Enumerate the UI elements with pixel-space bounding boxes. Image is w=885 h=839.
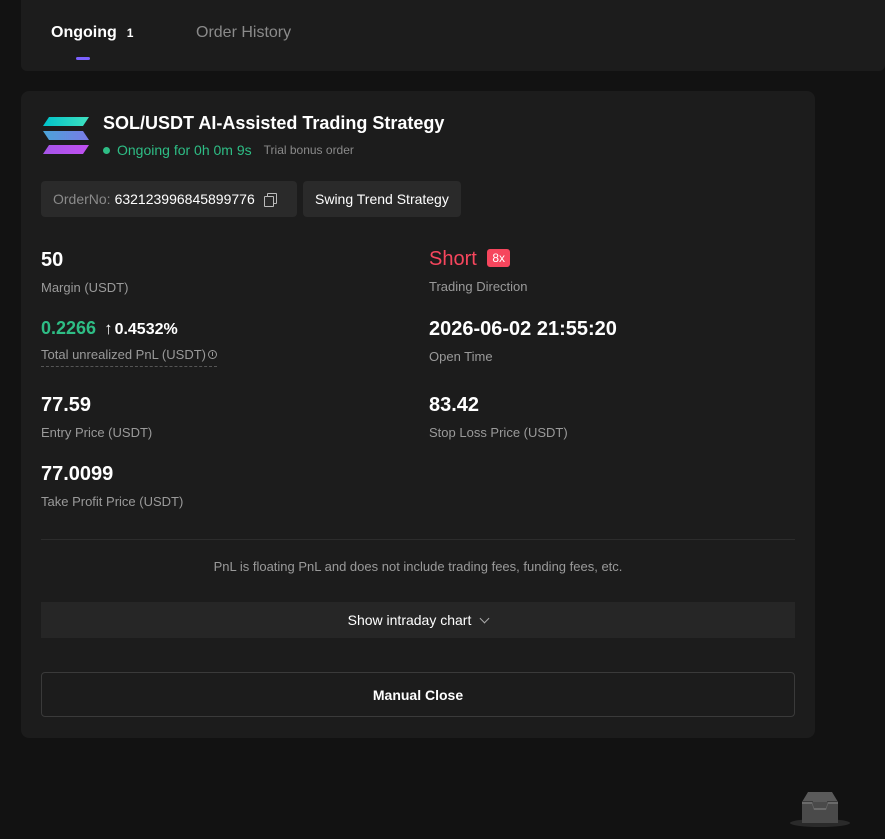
take-profit-metric: 77.0099 Take Profit Price (USDT) [41, 463, 183, 509]
pnl-label: Total unrealized PnL (USDT) [41, 347, 206, 362]
stop-loss-label: Stop Loss Price (USDT) [429, 425, 568, 440]
pnl-percent: 0.4532% [114, 321, 178, 338]
order-no-label: OrderNo: [53, 191, 111, 207]
direction-value: Short [429, 248, 477, 270]
take-profit-value: 77.0099 [41, 463, 114, 485]
entry-price-label: Entry Price (USDT) [41, 425, 153, 440]
manual-close-label: Manual Close [372, 686, 464, 703]
inbox-icon[interactable] [788, 790, 852, 828]
divider [41, 539, 795, 540]
tab-order-history-label: Order History [196, 24, 292, 41]
status-dot-icon [103, 146, 110, 154]
direction-metric: Short 8x Trading Direction [429, 248, 528, 294]
chart-toggle-label: Show intraday chart [347, 612, 472, 628]
pnl-label-wrap[interactable]: Total unrealized PnL (USDT) [41, 347, 217, 367]
order-no-value: 632123996845899776 [114, 191, 255, 207]
tab-ongoing[interactable]: Ongoing 1 [51, 24, 133, 42]
entry-price-metric: 77.59 Entry Price (USDT) [41, 394, 152, 440]
strategy-tag: Swing Trend Strategy [303, 181, 461, 217]
pnl-value: 0.2266 [41, 318, 97, 338]
direction-row: Short 8x [429, 248, 528, 271]
margin-label: Margin (USDT) [41, 280, 129, 295]
manual-close-button[interactable]: Manual Close [41, 672, 795, 717]
stop-loss-value: 83.42 [429, 394, 480, 416]
open-time-value: 2026-06-02 21:55:20 [429, 318, 617, 340]
pnl-row: 0.2266 ↑ 0.4532% [41, 318, 217, 339]
show-intraday-chart-button[interactable]: Show intraday chart [41, 602, 795, 638]
direction-label: Trading Direction [429, 279, 528, 294]
up-arrow-icon: ↑ [104, 319, 113, 338]
stop-loss-metric: 83.42 Stop Loss Price (USDT) [429, 394, 568, 440]
order-card: SOL/USDT AI-Assisted Trading Strategy On… [21, 91, 815, 738]
active-tab-indicator [76, 57, 90, 60]
tabs-bar: Ongoing 1 Order History [21, 0, 885, 71]
info-icon[interactable] [207, 350, 217, 359]
chevron-down-icon [479, 613, 490, 623]
trial-bonus-note: Trial bonus order [263, 143, 354, 157]
margin-value: 50 [41, 249, 64, 271]
leverage-badge: 8x [487, 249, 511, 267]
take-profit-label: Take Profit Price (USDT) [41, 494, 184, 509]
pnl-disclaimer: PnL is floating PnL and does not include… [213, 559, 623, 574]
solana-logo-icon [43, 117, 89, 154]
tab-ongoing-label: Ongoing [51, 24, 117, 41]
status-row: Ongoing for 0h 0m 9s Trial bonus order [103, 142, 354, 158]
pnl-metric: 0.2266 ↑ 0.4532% Total unrealized PnL (U… [41, 318, 217, 367]
tab-ongoing-count: 1 [126, 26, 134, 40]
copy-icon[interactable] [263, 193, 277, 207]
strategy-title: SOL/USDT AI-Assisted Trading Strategy [103, 113, 445, 133]
order-number-box: OrderNo: 632123996845899776 [41, 181, 297, 217]
entry-price-value: 77.59 [41, 394, 92, 416]
margin-metric: 50 Margin (USDT) [41, 249, 128, 295]
open-time-label: Open Time [429, 349, 493, 364]
tab-order-history[interactable]: Order History [196, 24, 291, 42]
ongoing-duration: Ongoing for 0h 0m 9s [117, 142, 252, 158]
open-time-metric: 2026-06-02 21:55:20 Open Time [429, 318, 617, 364]
